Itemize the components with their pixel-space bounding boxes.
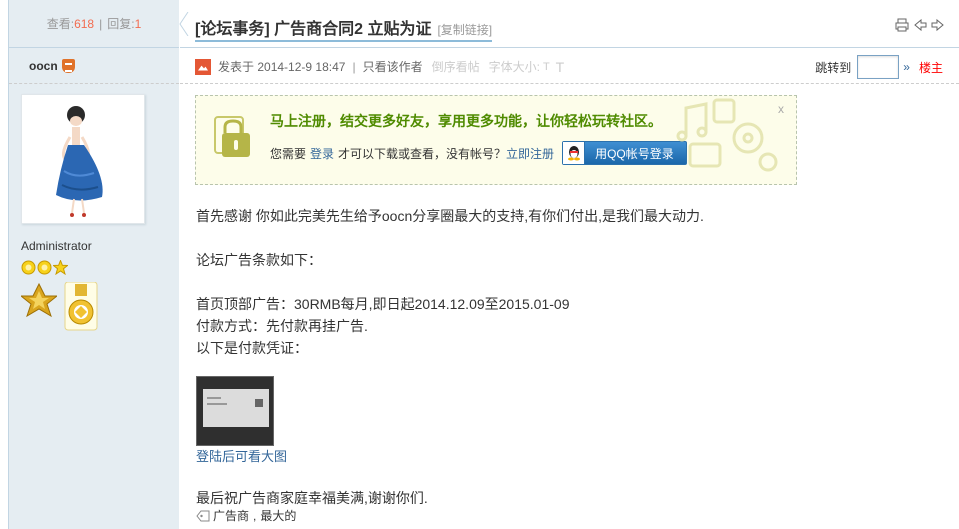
floor-label: 楼主 <box>918 60 943 75</box>
lock-icon <box>214 116 250 157</box>
only-author-link[interactable]: 只看该作者 <box>363 58 423 75</box>
media-decoration-icon <box>676 98 778 172</box>
post-meta-bar: 发表于 2014-12-9 18:47 | 只看该作者 倒序看帖 字体大小: T… <box>180 48 959 84</box>
login-link[interactable]: 登录 <box>310 145 334 162</box>
meta-separator: | <box>352 59 356 74</box>
post-text-line: 以下是付款凭证： <box>196 340 308 356</box>
star-rank-icon <box>53 260 68 275</box>
admin-badge-icon <box>61 58 75 73</box>
copy-link-button[interactable]: [复制链接] <box>437 23 492 37</box>
reverse-order-link[interactable]: 倒序看帖 <box>432 58 480 75</box>
page-title: [论坛事务] 广告商合同2 立贴为证 [复制链接] <box>195 15 493 42</box>
replies-label: 回复: <box>107 17 135 31</box>
font-size-small[interactable]: T <box>543 61 550 73</box>
replies-count: 1 <box>134 16 142 31</box>
font-size-large[interactable]: T <box>556 59 565 75</box>
post-text-line: 论坛广告条款如下： <box>196 252 322 268</box>
jump-floor-input[interactable] <box>857 55 900 79</box>
author-role: Administrator <box>21 239 92 253</box>
jump-go-button[interactable]: » <box>903 60 910 74</box>
thread-title-text: [论坛事务] 广告商合同2 立贴为证 <box>195 21 432 38</box>
gold-medal-icon[interactable] <box>63 282 99 332</box>
title-actions <box>895 18 945 32</box>
avatar-image <box>24 97 142 221</box>
tag-icon <box>196 510 210 521</box>
star-medal-icon[interactable] <box>21 282 57 318</box>
posted-time: 2014-12-9 18:47 <box>257 59 346 74</box>
post-text-line: 付款方式：先付款再挂广告. <box>196 318 368 334</box>
tag-link[interactable]: 广告商 <box>213 507 249 524</box>
title-pointer-icon <box>179 12 189 36</box>
prev-thread-icon[interactable] <box>913 18 927 32</box>
views-label: 查看: <box>46 17 75 31</box>
tag-link[interactable]: 最大的 <box>260 507 296 524</box>
thumbnail-screen <box>203 389 269 427</box>
payment-proof-thumbnail[interactable] <box>196 376 274 446</box>
close-icon[interactable]: x <box>778 102 784 116</box>
post-meta: 发表于 2014-12-9 18:47 | 只看该作者 倒序看帖 字体大小: T… <box>195 58 564 75</box>
next-thread-icon[interactable] <box>931 18 945 32</box>
post-content: 首先感谢 你如此完美先生给予oocn分享圈最大的支持,有你们付出,是我们最大动力… <box>196 205 704 359</box>
avatar[interactable] <box>21 94 145 224</box>
author-name-row: oocn <box>9 48 179 84</box>
tag-separator: , <box>253 508 257 523</box>
image-post-icon <box>195 58 211 75</box>
thread-stats: 查看: 618 | 回复: 1 <box>9 0 179 48</box>
register-line: 您需要 登录 才可以下载或查看，没有帐号？ 立即注册 用QQ帐号登录 <box>270 141 687 165</box>
post-tags: 广告商 , 最大的 <box>196 507 296 524</box>
qq-penguin-icon <box>563 142 586 164</box>
rank-stars <box>21 260 69 275</box>
qq-login-button[interactable]: 用QQ帐号登录 <box>562 141 687 165</box>
thread-title-bar: [论坛事务] 广告商合同2 立贴为证 [复制链接] <box>179 0 959 48</box>
sun-rank-icon <box>21 260 36 275</box>
register-prompt: 马上注册，结交更多好友，享用更多功能，让你轻松玩转社区。 您需要 登录 才可以下… <box>195 95 797 185</box>
register-link[interactable]: 立即注册 <box>506 145 554 162</box>
posted-prefix: 发表于 <box>218 60 255 74</box>
register-need-mid: 才可以下载或查看，没有帐号？ <box>338 146 507 161</box>
floor-jump: 跳转到 » 楼主 <box>815 55 943 79</box>
views-count: 618 <box>74 16 95 31</box>
register-headline: 马上注册，结交更多好友，享用更多功能，让你轻松玩转社区。 <box>270 113 662 129</box>
post-text-line: 首先感谢 你如此完美先生给予oocn分享圈最大的支持,有你们付出,是我们最大动力… <box>196 208 704 224</box>
font-size-label: 字体大小: <box>488 60 540 74</box>
view-large-image-link[interactable]: 登陆后可看大图 <box>196 446 287 465</box>
qq-login-label: 用QQ帐号登录 <box>595 146 674 161</box>
sun-rank-icon <box>37 260 52 275</box>
post-closing-line: 最后祝广告商家庭幸福美满,谢谢你们. <box>196 490 428 506</box>
jump-label: 跳转到 <box>815 60 852 75</box>
medals <box>21 282 99 332</box>
register-need-prefix: 您需要 <box>270 146 307 161</box>
print-icon[interactable] <box>895 18 909 32</box>
stats-separator: | <box>99 16 103 31</box>
post-text-line: 首页顶部广告：30RMB每月,即日起2014.12.09至2015.01-09 <box>196 296 570 312</box>
author-name[interactable]: oocn <box>29 59 58 73</box>
